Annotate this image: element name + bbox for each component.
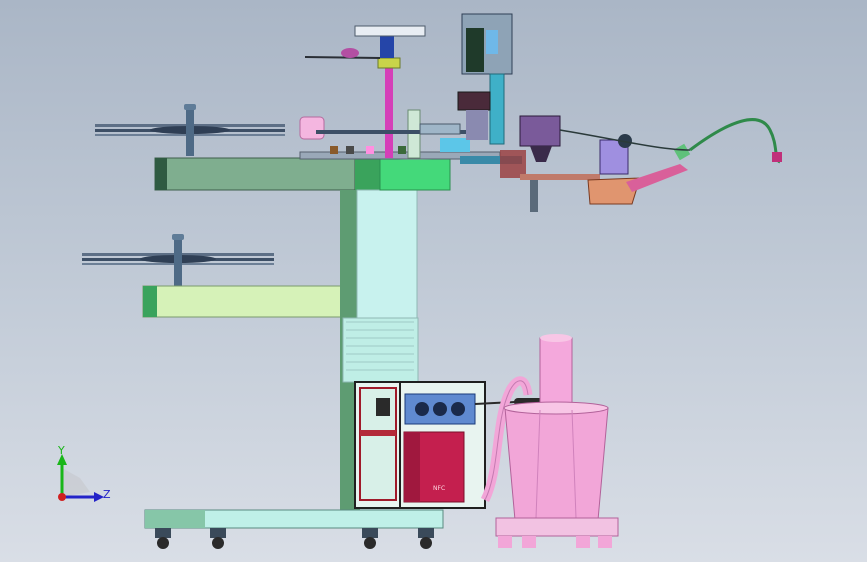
vacuum-loader [495,334,619,548]
caster [418,528,434,549]
upper-support-arm [154,157,383,191]
upper-reel [95,104,285,156]
machine-base [144,509,444,549]
feeder-tower [457,13,513,145]
machine-assembly-view: NFC Y Z [57,13,782,549]
lower-reel [82,234,274,288]
coordinate-triad: Y Z [57,444,111,502]
caster [210,528,226,549]
signal-cable [559,118,782,164]
z-axis-label: Z [103,488,111,501]
y-axis-label: Y [57,444,65,457]
caster [155,528,171,549]
controller-label: NFC [433,485,445,492]
cad-viewport[interactable]: NFC Y Z [0,0,867,562]
caster [362,528,378,549]
lower-support-arm [142,285,344,318]
